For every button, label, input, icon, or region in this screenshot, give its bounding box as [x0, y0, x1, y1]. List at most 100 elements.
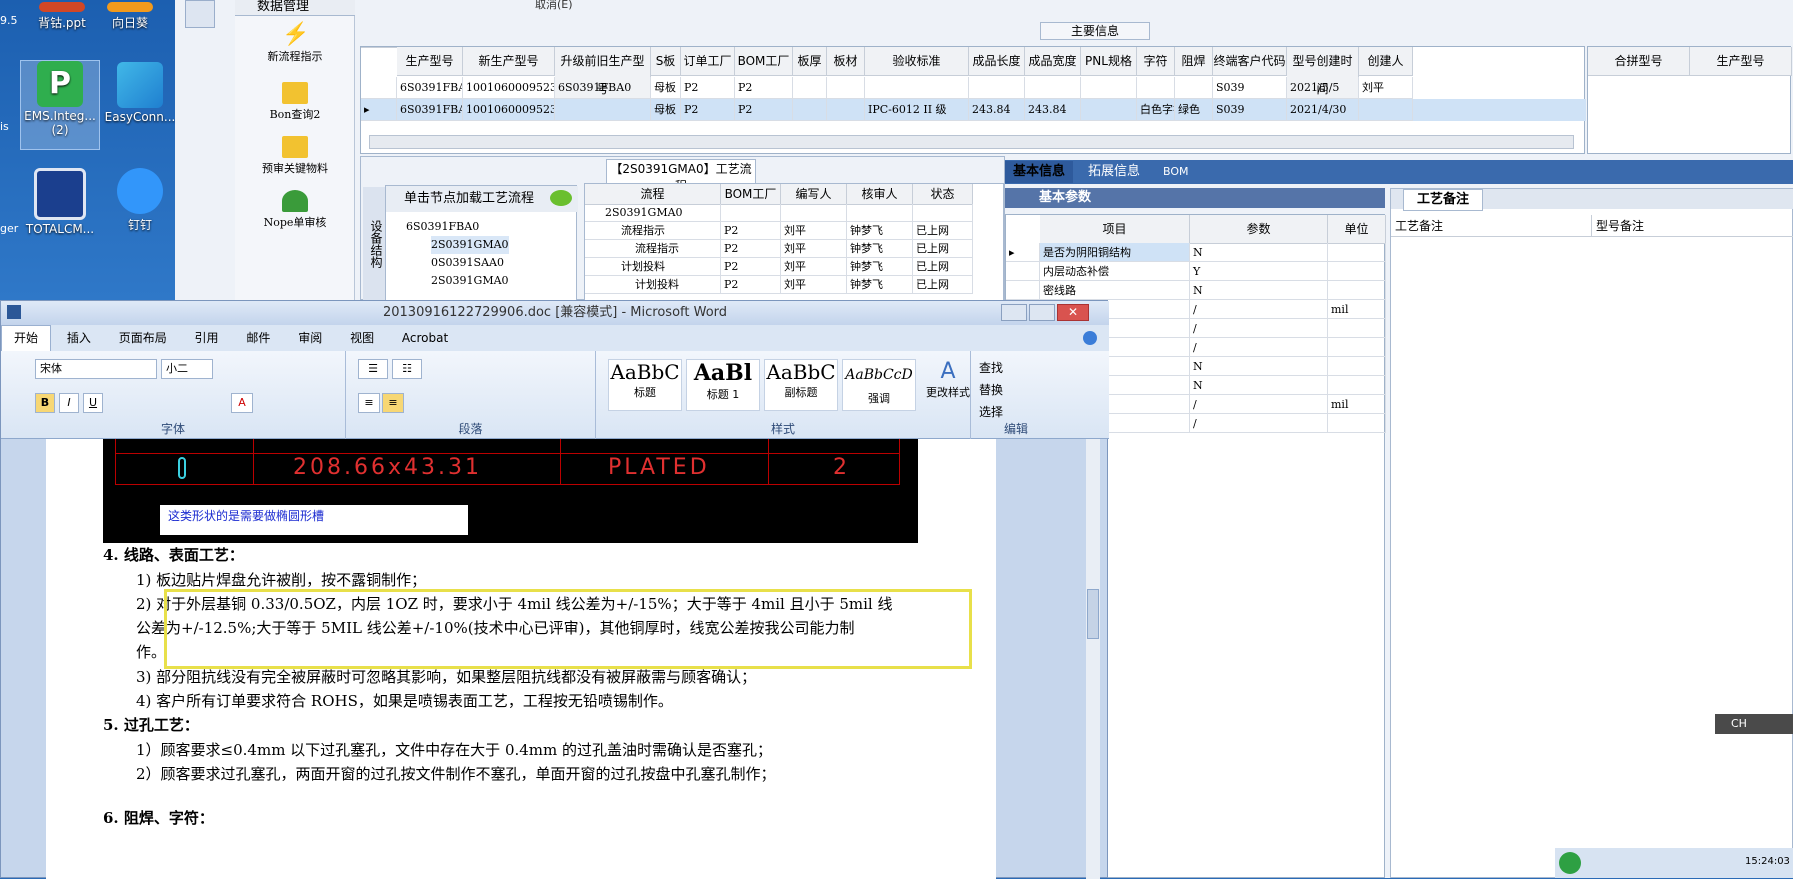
style-emphasis[interactable]: AaBbCcD 强调: [842, 359, 916, 411]
font-name-select[interactable]: 宋体: [35, 359, 157, 379]
table-row[interactable]: 6S0391FBA1100106000952336S0391FBA0母板P2P2…: [361, 77, 1586, 99]
tab-bom[interactable]: BOM: [1155, 161, 1197, 183]
column-header[interactable]: 成品宽度: [1025, 47, 1081, 76]
drill-table-row: [115, 453, 900, 485]
tab-home[interactable]: 开始: [1, 325, 52, 351]
param-header: 单位: [1328, 215, 1386, 244]
nav-header[interactable]: 数据管理: [235, 0, 355, 16]
ime-bar[interactable]: CH: [1715, 714, 1793, 734]
minimize-button[interactable]: [1001, 304, 1027, 321]
row-indicator: ▸: [1006, 243, 1040, 262]
param-cell: mil: [1328, 300, 1386, 319]
nav-item-nope[interactable]: Nope单审核: [235, 186, 355, 230]
column-header[interactable]: 订单工厂: [681, 47, 735, 76]
column-header[interactable]: 阻焊: [1175, 47, 1213, 76]
craft-col: 工艺备注: [1391, 215, 1591, 237]
column-header[interactable]: 板材: [827, 47, 865, 76]
nav-item-flow[interactable]: ⚡ 新流程指示: [235, 20, 355, 64]
find-button[interactable]: 查找: [979, 359, 1003, 376]
param-cell: 内层动态补偿: [1040, 262, 1190, 281]
tab-view[interactable]: 视图: [338, 325, 386, 351]
column-header[interactable]: 创建人: [1359, 47, 1413, 76]
nav-item-bon[interactable]: Bon查询2: [235, 78, 355, 122]
bold-button[interactable]: B: [35, 393, 55, 413]
style-subtitle[interactable]: AaBbC 副标题: [764, 359, 838, 411]
tree-node[interactable]: 2S0391GMA0: [431, 272, 509, 290]
table-cell: [827, 99, 865, 121]
flow-column-header[interactable]: 状态: [913, 184, 973, 205]
font-color-button[interactable]: A: [231, 393, 253, 413]
clock: 15:24:03: [1745, 856, 1790, 867]
replace-button[interactable]: 替换: [979, 381, 1003, 398]
column-header[interactable]: S板: [651, 47, 681, 76]
column-header[interactable]: 生产型号: [397, 47, 463, 76]
tab-references[interactable]: 引用: [183, 325, 231, 351]
flow-column-header[interactable]: 流程: [585, 184, 721, 205]
tab-mailings[interactable]: 邮件: [234, 325, 282, 351]
desktop-icon-sunflower[interactable]: 向日葵: [90, 2, 170, 31]
tab-extend[interactable]: 拓展信息: [1080, 161, 1148, 183]
flow-column-header[interactable]: 编写人: [781, 184, 847, 205]
column-header[interactable]: 终端客户代码: [1213, 47, 1287, 76]
param-cell: [1328, 414, 1386, 433]
param-header: 项目: [1040, 215, 1190, 244]
select-button[interactable]: 选择: [979, 403, 1003, 420]
align-center-button[interactable]: ≡: [382, 393, 404, 413]
desktop-icon-easyconn[interactable]: EasyConn...: [100, 62, 180, 124]
style-heading1[interactable]: AaBl 标题 1: [686, 359, 760, 411]
table-cell: 6S0391FBA1: [397, 77, 463, 99]
tab-review[interactable]: 审阅: [286, 325, 334, 351]
tree-node[interactable]: 2S0391GMA0: [431, 236, 509, 254]
close-button[interactable]: ✕: [1057, 304, 1089, 321]
italic-button[interactable]: I: [59, 393, 79, 413]
flow-column-header[interactable]: BOM工厂: [721, 184, 781, 205]
image-note: 这类形状的是需要做椭圆形槽: [160, 505, 468, 535]
flow-panel: 【2S0391GMA0】工艺流程 设备结构 单击节点加载工艺流程 6S0391F…: [360, 156, 1005, 301]
ime-label: CH: [1731, 717, 1747, 730]
save-icon[interactable]: [7, 305, 21, 319]
numbering-button[interactable]: ☷: [392, 359, 422, 379]
tree-node[interactable]: 6S0391FBA0: [406, 218, 479, 236]
word-title: 20130916122729906.doc [兼容模式] - Microsoft…: [382, 305, 728, 320]
craft-tab[interactable]: 工艺备注: [1403, 189, 1483, 211]
tab-acrobat[interactable]: Acrobat: [390, 325, 460, 351]
desktop-icon-dingtalk[interactable]: 钉钉: [100, 168, 180, 233]
column-header[interactable]: 字符: [1137, 47, 1175, 76]
column-header[interactable]: 成品长度: [969, 47, 1025, 76]
tree-node[interactable]: 0S0391SAA0: [431, 254, 504, 272]
column-header[interactable]: 板厚: [793, 47, 827, 76]
bullets-button[interactable]: ☰: [358, 359, 388, 379]
style-title[interactable]: AaBbC 标题: [608, 359, 682, 411]
flow-column-header[interactable]: 核审人: [847, 184, 913, 205]
help-icon[interactable]: [1083, 331, 1097, 345]
table-cell: P2: [735, 99, 793, 121]
flow-cell: P2: [721, 276, 781, 294]
tab-insert[interactable]: 插入: [55, 325, 103, 351]
table-cell: S039: [1213, 99, 1287, 121]
basic-params-tab[interactable]: 基本参数: [1039, 188, 1091, 208]
horizontal-scrollbar[interactable]: [369, 135, 1574, 149]
desktop-icon-ems[interactable]: P EMS.Integ... (2): [20, 60, 100, 150]
tab-layout[interactable]: 页面布局: [107, 325, 179, 351]
column-header[interactable]: 新生产型号: [463, 47, 555, 76]
tab-basic[interactable]: 基本信息: [1005, 161, 1074, 183]
desktop-icon-totalcmd[interactable]: TOTALCM...: [20, 168, 100, 236]
flow-cell: 流程指示: [585, 222, 721, 240]
change-style-button[interactable]: A 更改样式: [926, 359, 970, 400]
nav-item-preview[interactable]: 预审关键物料: [235, 132, 355, 176]
align-left-button[interactable]: ≡: [358, 393, 380, 413]
font-size-select[interactable]: 小二: [161, 359, 213, 379]
column-header[interactable]: 验收标准: [865, 47, 969, 76]
chat-bubble-icon: [550, 190, 572, 206]
flow-cell: 钟梦飞: [847, 258, 913, 276]
column-header[interactable]: PNL规格: [1081, 47, 1137, 76]
flow-side-tab[interactable]: 设备结构: [363, 187, 385, 301]
column-header[interactable]: BOM工厂: [735, 47, 793, 76]
vertical-scrollbar[interactable]: [1086, 439, 1100, 879]
ime-s-icon[interactable]: [1559, 852, 1581, 874]
table-row[interactable]: ▸6S0391FBA010010600095233母板P2P2IPC-6012 …: [361, 99, 1586, 121]
flow-cell: P2: [721, 240, 781, 258]
scroll-thumb[interactable]: [1087, 589, 1099, 639]
maximize-button[interactable]: [1029, 304, 1055, 321]
underline-button[interactable]: U: [83, 393, 103, 413]
